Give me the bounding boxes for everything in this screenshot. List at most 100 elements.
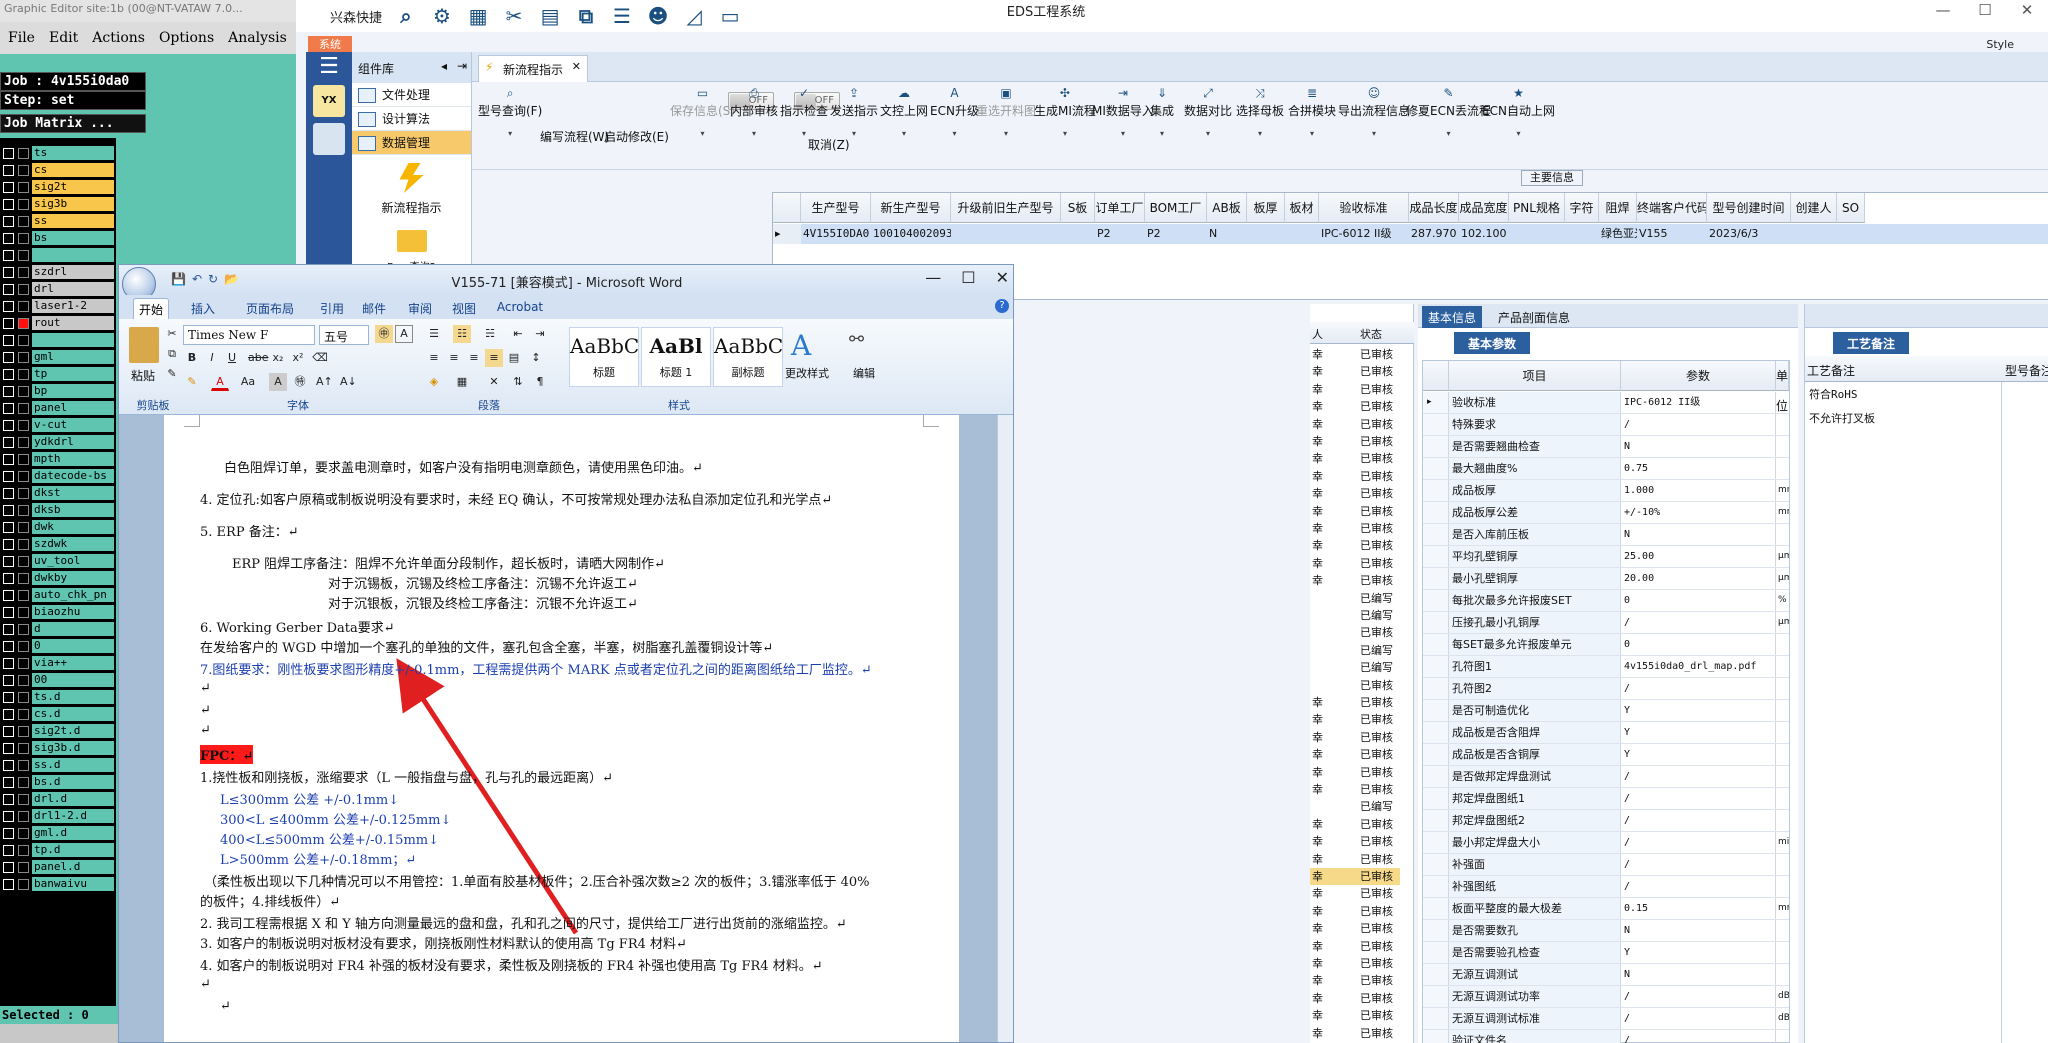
status-person[interactable]: 幸	[1312, 450, 1323, 467]
status-person[interactable]: 幸	[1312, 729, 1323, 746]
dropdown-icon[interactable]: ▾	[1034, 129, 1096, 138]
layer-checkbox[interactable]	[3, 845, 14, 856]
grid-header[interactable]: 板材	[1285, 193, 1319, 223]
layer-checkbox[interactable]	[3, 828, 14, 839]
grid-cell[interactable]	[1509, 224, 1565, 244]
layer-checkbox[interactable]	[3, 454, 14, 465]
dropdown-icon[interactable]: ▾	[1482, 129, 1555, 138]
dropdown-icon[interactable]: ▾	[1288, 129, 1336, 138]
font-name-select[interactable]: Times New F	[183, 325, 315, 345]
grid-header[interactable]: 生产型号	[801, 193, 871, 223]
layer-checkbox[interactable]	[3, 879, 14, 890]
param-value[interactable]: N	[1621, 524, 1776, 545]
paste-icon[interactable]	[129, 327, 159, 363]
status-state[interactable]: 已审核	[1360, 990, 1393, 1007]
param-row[interactable]: 成品板厚公差+/-10%mm	[1423, 502, 1789, 524]
doc-line[interactable]: 4. 定位孔:如客户原稿或制板说明没有要求时，未经 EQ 确认，不可按常规处理办…	[200, 489, 832, 508]
param-header[interactable]: 单位	[1776, 361, 1789, 413]
style-heading1[interactable]: AaBl 标题 1	[641, 327, 711, 387]
status-state[interactable]: 已审核	[1360, 450, 1393, 467]
param-value[interactable]: /	[1621, 854, 1776, 875]
status-state[interactable]: 已审核	[1360, 885, 1393, 902]
status-state[interactable]: 已审核	[1360, 1007, 1393, 1024]
tab-close-icon[interactable]: ✕	[572, 60, 581, 73]
shading-icon[interactable]: ◈	[425, 373, 443, 391]
doc-line[interactable]: 1.挠性板和刚挠板，涨缩要求（L 一般指盘与盘，孔与孔的最远距离）↵	[200, 767, 613, 786]
format-painter-icon[interactable]: ✎	[163, 365, 181, 383]
status-person[interactable]: 幸	[1312, 938, 1323, 955]
doc-line[interactable]: 300<L ≤400mm 公差+/-0.125mm↓	[220, 809, 451, 828]
layer-checkbox[interactable]	[3, 624, 14, 635]
status-person[interactable]: 幸	[1312, 520, 1323, 537]
word-tab[interactable]: 引用	[317, 298, 347, 319]
param-value[interactable]: /	[1621, 678, 1776, 699]
layer-row[interactable]: uv_tool	[0, 554, 116, 569]
param-row[interactable]: 孔符图1 4v155i0da0_drl_map.pdf	[1423, 656, 1789, 678]
layer-row[interactable]: dksb	[0, 503, 116, 518]
complib-item-file[interactable]: 文件处理	[352, 83, 471, 107]
ribbon-button[interactable]: ▣ 重选开料图 ▾	[976, 86, 1036, 138]
layer-row[interactable]: via++	[0, 656, 116, 671]
menu-item[interactable]: Actions	[92, 30, 145, 46]
layer-row[interactable]: panel	[0, 401, 116, 416]
process-notes-tab[interactable]: 工艺备注	[1833, 332, 1910, 354]
grid-cell[interactable]: V155	[1637, 224, 1707, 244]
status-state[interactable]: 已审核	[1360, 363, 1393, 380]
layer-checkbox[interactable]	[3, 692, 14, 703]
shrink-font-icon[interactable]: A↓	[339, 373, 357, 391]
ribbon-button[interactable]: ✣ 生成MI流程 ▾	[1034, 86, 1096, 138]
status-state[interactable]: 已审核	[1360, 503, 1393, 520]
layer-checkbox[interactable]	[3, 352, 14, 363]
grid-header[interactable]: 字符	[1565, 193, 1599, 223]
bold-icon[interactable]: B	[183, 349, 201, 367]
layer-checkbox[interactable]	[3, 437, 14, 448]
param-value[interactable]: 20.00	[1621, 568, 1776, 589]
param-value[interactable]: /	[1621, 414, 1776, 435]
status-person[interactable]: 幸	[1312, 711, 1323, 728]
status-person[interactable]: 幸	[1312, 851, 1323, 868]
grid-cell[interactable]: 102.100	[1459, 224, 1509, 244]
grid-cell[interactable]	[1285, 224, 1319, 244]
layer-row[interactable]: 0	[0, 639, 116, 654]
status-person[interactable]: 幸	[1312, 363, 1323, 380]
help-icon[interactable]: ?	[995, 299, 1009, 313]
dropdown-icon[interactable]: ▾	[478, 129, 542, 138]
status-state[interactable]: 已审核	[1360, 868, 1393, 885]
layer-row[interactable]: sig2t.d	[0, 724, 116, 739]
layer-row[interactable]: cs	[0, 163, 116, 178]
param-value[interactable]: Y	[1621, 722, 1776, 743]
cut-icon[interactable]: ✂	[163, 325, 181, 343]
status-person[interactable]: 幸	[1312, 468, 1323, 485]
param-value[interactable]: 1.000	[1621, 480, 1776, 501]
font-size-select[interactable]: 五号	[319, 325, 369, 345]
status-state[interactable]: 已审核	[1360, 624, 1393, 641]
status-person[interactable]: 幸	[1312, 990, 1323, 1007]
tab-basic-info[interactable]: 基本信息	[1422, 306, 1483, 328]
layer-checkbox[interactable]	[3, 658, 14, 669]
ribbon-button[interactable]: ✎ 修夏ECN丢流程 ▾	[1406, 86, 1491, 138]
doc-line[interactable]: （柔性板出现以下几种情况可以不用管控：1.单面有胶基材板件；2.压合补强次数≥2…	[204, 871, 870, 890]
layer-checkbox[interactable]	[3, 420, 14, 431]
word-maximize-icon[interactable]: ☐	[961, 268, 975, 287]
layer-row[interactable]: bs	[0, 231, 116, 246]
dropdown-icon[interactable]: ▾	[780, 129, 828, 138]
clear-format-icon[interactable]: ⌫	[311, 349, 329, 367]
ribbon-button[interactable]: ☺ 导出流程信息 ▾	[1338, 86, 1410, 138]
dropdown-icon[interactable]: ▾	[880, 129, 928, 138]
layer-row[interactable]: datecode-bs	[0, 469, 116, 484]
calculator-icon[interactable]	[313, 123, 345, 155]
menu-item[interactable]: Edit	[49, 30, 78, 46]
layer-row[interactable]: ydkdrl	[0, 435, 116, 450]
grid-cell[interactable]	[1791, 224, 1837, 244]
param-value[interactable]: 0	[1621, 634, 1776, 655]
param-row[interactable]: 最大翘曲度% 0.75	[1423, 458, 1789, 480]
doc-line[interactable]: ↵	[200, 723, 211, 738]
param-header[interactable]: 参数	[1621, 361, 1776, 391]
dropdown-icon[interactable]: ▾	[1184, 129, 1232, 138]
doc-line[interactable]: ↵	[200, 703, 211, 718]
grid-header[interactable]: 阻焊	[1599, 193, 1637, 223]
status-state[interactable]: 已审核	[1360, 520, 1393, 537]
sort-icon[interactable]: ⇅	[509, 373, 527, 391]
param-value[interactable]: /	[1621, 1008, 1776, 1029]
layer-checkbox[interactable]	[3, 675, 14, 686]
